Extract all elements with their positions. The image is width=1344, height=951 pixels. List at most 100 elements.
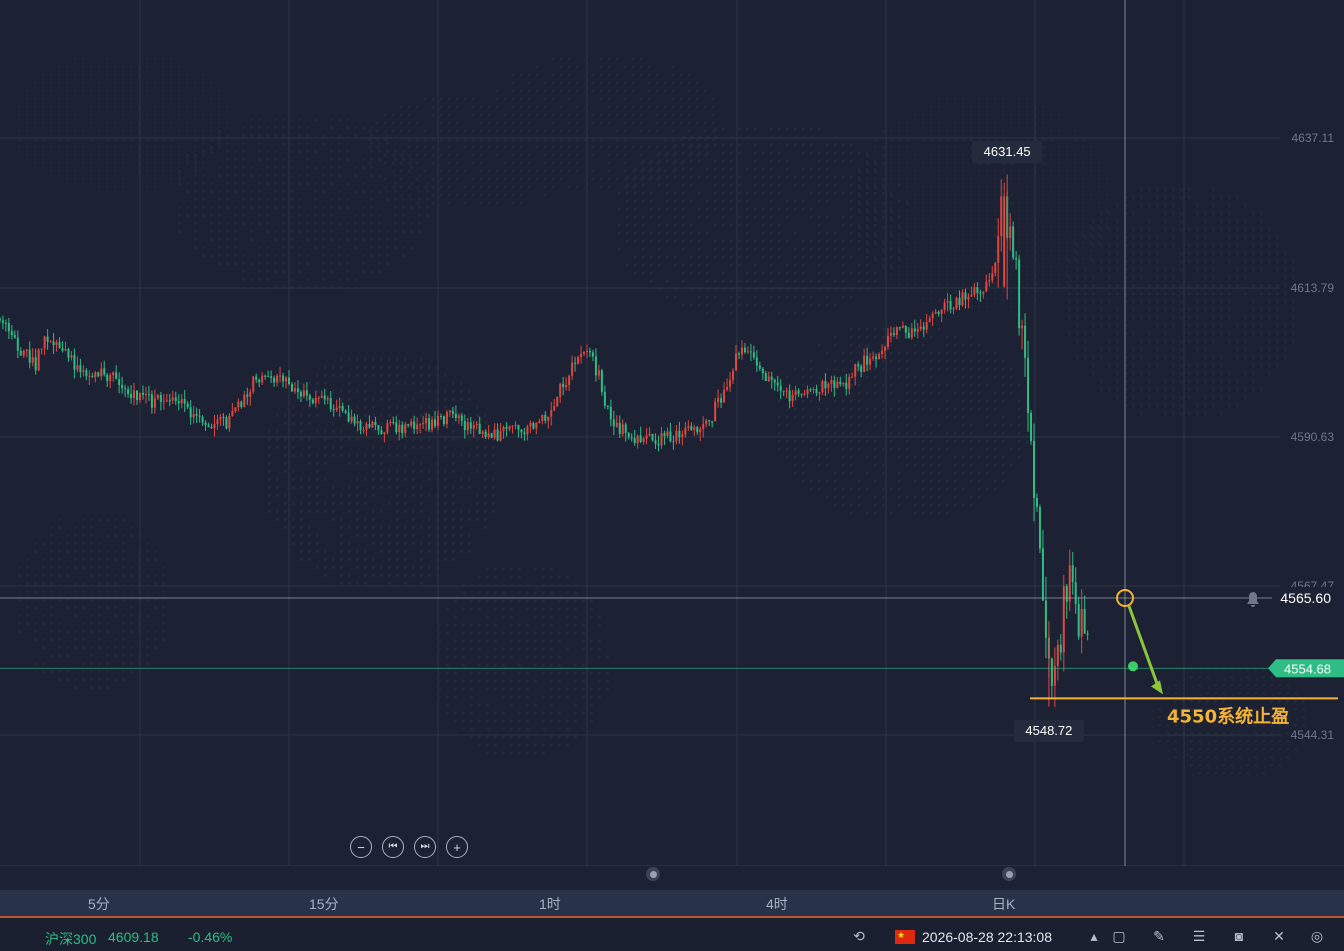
candle	[618, 415, 621, 438]
candle	[690, 422, 693, 431]
tab-15min[interactable]: 15分	[309, 894, 339, 914]
candle	[192, 405, 195, 424]
candle	[863, 348, 866, 373]
candle	[329, 391, 332, 413]
candle	[1000, 179, 1003, 252]
scroll-left-button[interactable]: ⏮	[382, 836, 404, 858]
candle	[708, 419, 711, 427]
candle	[1080, 589, 1083, 654]
candle	[866, 347, 869, 372]
candle	[97, 371, 100, 378]
candle	[1, 315, 4, 330]
candle	[282, 372, 285, 388]
tab-4hour[interactable]: 4时	[766, 894, 788, 914]
candle	[320, 390, 323, 399]
camera-icon[interactable]: ◙	[1230, 928, 1248, 944]
candle	[276, 373, 279, 387]
candle	[711, 420, 714, 428]
candle	[982, 291, 985, 299]
candle	[696, 425, 699, 436]
tools-icon[interactable]: ✎	[1150, 928, 1168, 944]
annotation-arrow-shaft	[1127, 605, 1160, 687]
candle	[606, 404, 609, 410]
alert-bell-icon[interactable]	[1247, 592, 1259, 608]
candle	[434, 410, 437, 429]
candle	[496, 423, 499, 442]
window-icon[interactable]: ▢	[1110, 928, 1128, 944]
candle	[508, 425, 511, 432]
candle	[967, 293, 970, 309]
live-price-dot	[1128, 661, 1138, 672]
candle	[314, 390, 317, 408]
candle	[112, 371, 115, 382]
candle	[949, 294, 952, 314]
tab-1hour[interactable]: 1时	[539, 894, 561, 914]
price-chart[interactable]: 4637.114613.794590.634567.474544.31818:4…	[0, 0, 1344, 866]
candle	[791, 389, 794, 407]
candle	[106, 373, 109, 387]
settings-icon[interactable]: ◎	[1308, 928, 1326, 944]
candle	[454, 405, 457, 422]
candle	[878, 352, 881, 360]
candle	[493, 423, 496, 440]
candle	[723, 382, 726, 403]
menu-icon[interactable]: ☰	[1190, 928, 1208, 944]
candle	[264, 374, 267, 380]
candle	[830, 375, 833, 392]
world-map-background	[18, 58, 1305, 775]
candle	[854, 363, 857, 386]
index-name[interactable]: 沪深300	[45, 929, 96, 949]
connection-icon[interactable]: ⟲	[850, 928, 868, 944]
candle	[147, 385, 150, 401]
mute-icon[interactable]: ✕	[1270, 928, 1288, 944]
candle	[249, 389, 252, 406]
candle	[717, 389, 720, 408]
index-change: -0.46%	[188, 929, 233, 945]
candle	[425, 412, 428, 432]
tab-daily[interactable]: 日K	[992, 894, 1015, 914]
candle	[678, 421, 681, 444]
candle	[70, 350, 73, 361]
zoom-in-button[interactable]: +	[446, 836, 468, 858]
crosshair-price-label: 4565.60	[1280, 590, 1331, 606]
candle	[341, 402, 344, 413]
candle	[422, 416, 425, 429]
candle	[749, 343, 752, 361]
candle	[997, 218, 1000, 288]
candle	[720, 393, 723, 408]
candle	[7, 318, 10, 340]
zoom-out-button[interactable]: −	[350, 836, 372, 858]
candle	[737, 351, 740, 360]
candle	[1041, 529, 1044, 601]
candle	[577, 355, 580, 365]
server-datetime: 2026-08-28 22:13:08	[922, 929, 1052, 945]
candle	[574, 356, 577, 372]
candle	[79, 358, 82, 378]
candle	[925, 314, 928, 334]
candle	[58, 337, 61, 349]
candle	[255, 373, 258, 384]
candle	[4, 319, 7, 332]
candle	[16, 330, 19, 359]
candle	[681, 430, 684, 446]
candle	[916, 322, 919, 339]
candle	[600, 368, 603, 396]
period-selector: 5分 15分 1时 4时 日K	[0, 890, 1344, 918]
caret-up-icon[interactable]: ▴	[1085, 928, 1103, 944]
candle	[305, 382, 308, 401]
candle	[365, 421, 368, 437]
candle	[1086, 630, 1089, 641]
candle	[240, 400, 243, 409]
candle	[168, 393, 171, 407]
index-value: 4609.18	[108, 929, 159, 945]
scroll-handle-right[interactable]	[1002, 867, 1016, 881]
scroll-handle-left[interactable]	[646, 867, 660, 881]
candle	[139, 392, 141, 403]
candle	[94, 370, 97, 383]
candle	[529, 420, 532, 433]
candle	[505, 422, 508, 437]
tab-5min[interactable]: 5分	[88, 894, 110, 914]
scroll-right-button[interactable]: ⏭	[414, 836, 436, 858]
candle	[395, 416, 398, 435]
chart-canvas[interactable]: 4637.114613.794590.634567.474544.31818:4…	[0, 0, 1344, 866]
